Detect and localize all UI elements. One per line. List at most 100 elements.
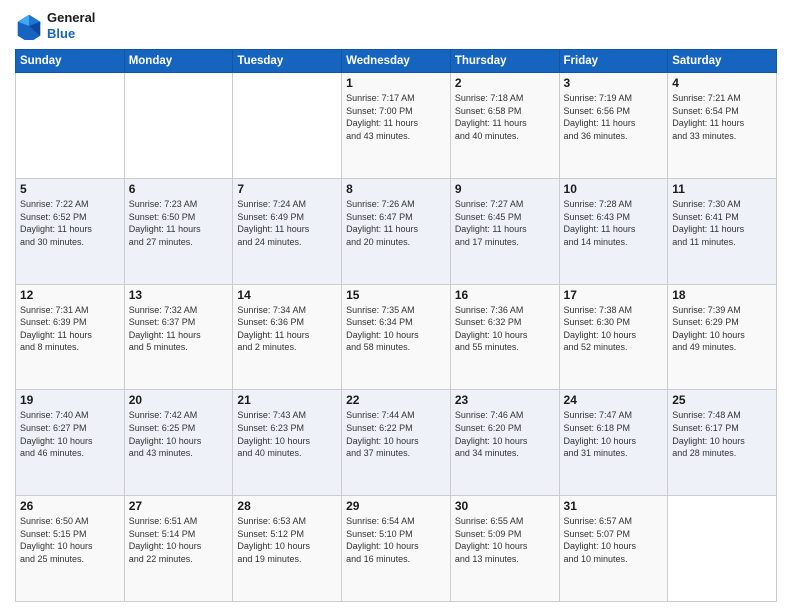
day-number: 24	[564, 393, 664, 407]
weekday-header-cell: Thursday	[450, 50, 559, 73]
calendar-table: SundayMondayTuesdayWednesdayThursdayFrid…	[15, 49, 777, 602]
day-info: Sunrise: 7:19 AM Sunset: 6:56 PM Dayligh…	[564, 92, 664, 142]
logo: General Blue	[15, 10, 95, 41]
day-info: Sunrise: 7:42 AM Sunset: 6:25 PM Dayligh…	[129, 409, 229, 459]
calendar-day-cell: 9 Sunrise: 7:27 AM Sunset: 6:45 PM Daylig…	[450, 178, 559, 284]
calendar-day-cell	[124, 73, 233, 179]
day-number: 19	[20, 393, 120, 407]
day-number: 1	[346, 76, 446, 90]
calendar-day-cell: 1 Sunrise: 7:17 AM Sunset: 7:00 PM Daylig…	[342, 73, 451, 179]
calendar-day-cell: 18 Sunrise: 7:39 AM Sunset: 6:29 PM Dayli…	[668, 284, 777, 390]
day-info: Sunrise: 7:40 AM Sunset: 6:27 PM Dayligh…	[20, 409, 120, 459]
calendar-week-row: 26 Sunrise: 6:50 AM Sunset: 5:15 PM Dayli…	[16, 496, 777, 602]
calendar-day-cell	[668, 496, 777, 602]
calendar-day-cell: 29 Sunrise: 6:54 AM Sunset: 5:10 PM Dayli…	[342, 496, 451, 602]
calendar-day-cell: 11 Sunrise: 7:30 AM Sunset: 6:41 PM Dayli…	[668, 178, 777, 284]
weekday-header-cell: Tuesday	[233, 50, 342, 73]
day-number: 6	[129, 182, 229, 196]
calendar-day-cell: 4 Sunrise: 7:21 AM Sunset: 6:54 PM Daylig…	[668, 73, 777, 179]
calendar-day-cell: 5Sunrise: 7:22 AM Sunset: 6:52 PM Daylig…	[16, 178, 125, 284]
day-number: 30	[455, 499, 555, 513]
day-info: Sunrise: 7:38 AM Sunset: 6:30 PM Dayligh…	[564, 304, 664, 354]
calendar-day-cell: 30 Sunrise: 6:55 AM Sunset: 5:09 PM Dayli…	[450, 496, 559, 602]
calendar-day-cell: 26 Sunrise: 6:50 AM Sunset: 5:15 PM Dayli…	[16, 496, 125, 602]
day-info: Sunrise: 6:54 AM Sunset: 5:10 PM Dayligh…	[346, 515, 446, 565]
weekday-header-cell: Friday	[559, 50, 668, 73]
day-info: Sunrise: 7:39 AM Sunset: 6:29 PM Dayligh…	[672, 304, 772, 354]
header: General Blue	[15, 10, 777, 41]
day-number: 9	[455, 182, 555, 196]
day-info: Sunrise: 6:55 AM Sunset: 5:09 PM Dayligh…	[455, 515, 555, 565]
weekday-header-cell: Monday	[124, 50, 233, 73]
calendar-week-row: 1 Sunrise: 7:17 AM Sunset: 7:00 PM Daylig…	[16, 73, 777, 179]
day-info: Sunrise: 7:27 AM Sunset: 6:45 PM Dayligh…	[455, 198, 555, 248]
calendar-week-row: 19 Sunrise: 7:40 AM Sunset: 6:27 PM Dayli…	[16, 390, 777, 496]
day-info: Sunrise: 6:57 AM Sunset: 5:07 PM Dayligh…	[564, 515, 664, 565]
calendar-day-cell: 16Sunrise: 7:36 AM Sunset: 6:32 PM Dayli…	[450, 284, 559, 390]
calendar-day-cell: 2Sunrise: 7:18 AM Sunset: 6:58 PM Daylig…	[450, 73, 559, 179]
calendar-day-cell: 3 Sunrise: 7:19 AM Sunset: 6:56 PM Daylig…	[559, 73, 668, 179]
calendar-day-cell: 25Sunrise: 7:48 AM Sunset: 6:17 PM Dayli…	[668, 390, 777, 496]
page: General Blue SundayMondayTuesdayWednesda…	[0, 0, 792, 612]
day-number: 27	[129, 499, 229, 513]
day-info: Sunrise: 7:35 AM Sunset: 6:34 PM Dayligh…	[346, 304, 446, 354]
day-number: 15	[346, 288, 446, 302]
calendar-day-cell: 7 Sunrise: 7:24 AM Sunset: 6:49 PM Daylig…	[233, 178, 342, 284]
day-number: 8	[346, 182, 446, 196]
day-number: 3	[564, 76, 664, 90]
calendar-day-cell: 6 Sunrise: 7:23 AM Sunset: 6:50 PM Daylig…	[124, 178, 233, 284]
logo-text: General Blue	[47, 10, 95, 41]
day-info: Sunrise: 7:28 AM Sunset: 6:43 PM Dayligh…	[564, 198, 664, 248]
day-info: Sunrise: 7:43 AM Sunset: 6:23 PM Dayligh…	[237, 409, 337, 459]
day-number: 31	[564, 499, 664, 513]
logo-icon	[15, 12, 43, 40]
calendar-day-cell: 21 Sunrise: 7:43 AM Sunset: 6:23 PM Dayli…	[233, 390, 342, 496]
day-number: 17	[564, 288, 664, 302]
day-info: Sunrise: 7:17 AM Sunset: 7:00 PM Dayligh…	[346, 92, 446, 142]
day-info: Sunrise: 7:22 AM Sunset: 6:52 PM Dayligh…	[20, 198, 120, 248]
calendar-day-cell: 27 Sunrise: 6:51 AM Sunset: 5:14 PM Dayli…	[124, 496, 233, 602]
day-number: 12	[20, 288, 120, 302]
day-info: Sunrise: 7:31 AM Sunset: 6:39 PM Dayligh…	[20, 304, 120, 354]
calendar-day-cell: 28 Sunrise: 6:53 AM Sunset: 5:12 PM Dayli…	[233, 496, 342, 602]
day-number: 10	[564, 182, 664, 196]
day-info: Sunrise: 7:30 AM Sunset: 6:41 PM Dayligh…	[672, 198, 772, 248]
calendar-day-cell: 12 Sunrise: 7:31 AM Sunset: 6:39 PM Dayli…	[16, 284, 125, 390]
day-info: Sunrise: 7:26 AM Sunset: 6:47 PM Dayligh…	[346, 198, 446, 248]
day-number: 20	[129, 393, 229, 407]
day-number: 18	[672, 288, 772, 302]
day-info: Sunrise: 7:18 AM Sunset: 6:58 PM Dayligh…	[455, 92, 555, 142]
day-number: 28	[237, 499, 337, 513]
calendar-day-cell: 15 Sunrise: 7:35 AM Sunset: 6:34 PM Dayli…	[342, 284, 451, 390]
day-number: 14	[237, 288, 337, 302]
day-info: Sunrise: 7:34 AM Sunset: 6:36 PM Dayligh…	[237, 304, 337, 354]
day-info: Sunrise: 7:48 AM Sunset: 6:17 PM Dayligh…	[672, 409, 772, 459]
calendar-week-row: 5Sunrise: 7:22 AM Sunset: 6:52 PM Daylig…	[16, 178, 777, 284]
day-info: Sunrise: 7:23 AM Sunset: 6:50 PM Dayligh…	[129, 198, 229, 248]
day-number: 23	[455, 393, 555, 407]
weekday-header-row: SundayMondayTuesdayWednesdayThursdayFrid…	[16, 50, 777, 73]
day-info: Sunrise: 7:47 AM Sunset: 6:18 PM Dayligh…	[564, 409, 664, 459]
calendar-day-cell: 14 Sunrise: 7:34 AM Sunset: 6:36 PM Dayli…	[233, 284, 342, 390]
calendar-day-cell	[233, 73, 342, 179]
day-number: 21	[237, 393, 337, 407]
weekday-header-cell: Wednesday	[342, 50, 451, 73]
day-number: 4	[672, 76, 772, 90]
calendar-day-cell: 17 Sunrise: 7:38 AM Sunset: 6:30 PM Dayli…	[559, 284, 668, 390]
calendar-day-cell	[16, 73, 125, 179]
day-number: 22	[346, 393, 446, 407]
day-info: Sunrise: 7:24 AM Sunset: 6:49 PM Dayligh…	[237, 198, 337, 248]
day-info: Sunrise: 7:21 AM Sunset: 6:54 PM Dayligh…	[672, 92, 772, 142]
calendar-day-cell: 19 Sunrise: 7:40 AM Sunset: 6:27 PM Dayli…	[16, 390, 125, 496]
day-number: 7	[237, 182, 337, 196]
day-info: Sunrise: 6:51 AM Sunset: 5:14 PM Dayligh…	[129, 515, 229, 565]
day-number: 11	[672, 182, 772, 196]
day-number: 26	[20, 499, 120, 513]
day-info: Sunrise: 7:44 AM Sunset: 6:22 PM Dayligh…	[346, 409, 446, 459]
day-number: 29	[346, 499, 446, 513]
calendar-day-cell: 23Sunrise: 7:46 AM Sunset: 6:20 PM Dayli…	[450, 390, 559, 496]
weekday-header-cell: Sunday	[16, 50, 125, 73]
day-info: Sunrise: 6:53 AM Sunset: 5:12 PM Dayligh…	[237, 515, 337, 565]
day-info: Sunrise: 6:50 AM Sunset: 5:15 PM Dayligh…	[20, 515, 120, 565]
calendar-day-cell: 24 Sunrise: 7:47 AM Sunset: 6:18 PM Dayli…	[559, 390, 668, 496]
